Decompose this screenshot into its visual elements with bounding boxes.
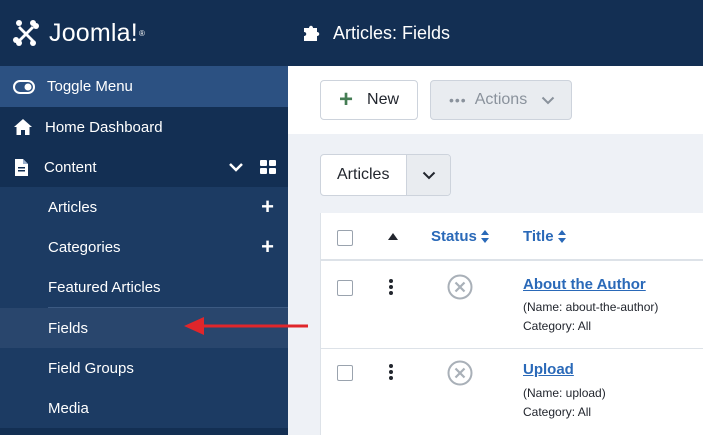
sidebar: Joomla! ® Toggle Menu Home Dashboard Con… bbox=[0, 0, 288, 435]
home-dashboard-label: Home Dashboard bbox=[45, 118, 163, 136]
ordering-sort-icon[interactable] bbox=[388, 233, 398, 240]
file-icon bbox=[15, 158, 28, 176]
unpublished-status-icon[interactable] bbox=[447, 360, 473, 386]
toggle-menu-button[interactable]: Toggle Menu bbox=[0, 66, 288, 107]
column-header-status[interactable]: Status bbox=[431, 228, 489, 245]
puzzle-icon bbox=[304, 25, 320, 41]
ellipsis-icon: ••• bbox=[449, 92, 467, 108]
home-icon bbox=[14, 119, 32, 135]
field-title-link[interactable]: About the Author bbox=[523, 276, 646, 293]
sidebar-item-label: Fields bbox=[48, 319, 89, 337]
column-header-label: Status bbox=[431, 228, 477, 245]
field-category: Category: All bbox=[523, 319, 592, 333]
content-controls bbox=[228, 160, 288, 174]
add-article-button[interactable]: + bbox=[261, 196, 274, 218]
table-row: Upload (Name: upload) Category: All bbox=[321, 349, 703, 435]
context-select-value: Articles bbox=[337, 166, 390, 183]
sidebar-item-home-dashboard[interactable]: Home Dashboard bbox=[0, 107, 288, 147]
page-header: Articles: Fields bbox=[288, 0, 703, 66]
actions-button-label: Actions bbox=[474, 91, 528, 108]
fields-table: Status Title About the Author (Name: abo… bbox=[320, 213, 703, 435]
registered-mark: ® bbox=[138, 28, 145, 38]
toolbar: + New ••• Actions bbox=[288, 66, 703, 134]
field-category: Category: All bbox=[523, 405, 592, 419]
drag-handle-icon[interactable] bbox=[389, 279, 393, 295]
sort-icon bbox=[557, 230, 566, 243]
sidebar-item-label: Categories bbox=[48, 238, 121, 256]
unpublished-status-icon[interactable] bbox=[447, 274, 473, 300]
grid-icon[interactable] bbox=[260, 160, 276, 174]
sidebar-item-featured-articles[interactable]: Featured Articles bbox=[0, 267, 288, 307]
drag-handle-icon[interactable] bbox=[389, 364, 393, 380]
plus-icon: + bbox=[339, 86, 354, 113]
sidebar-item-categories[interactable]: Categories + bbox=[0, 227, 288, 267]
add-category-button[interactable]: + bbox=[261, 236, 274, 258]
sidebar-item-label: Media bbox=[48, 399, 89, 417]
page-title: Articles: Fields bbox=[333, 22, 451, 43]
chevron-down-icon bbox=[422, 171, 435, 179]
sidebar-item-label: Featured Articles bbox=[48, 278, 161, 296]
new-button-label: New bbox=[367, 91, 400, 108]
joomla-logo-icon bbox=[13, 20, 39, 46]
context-select[interactable]: Articles bbox=[320, 154, 451, 196]
table-row: About the Author (Name: about-the-author… bbox=[321, 261, 703, 349]
sort-icon bbox=[480, 230, 489, 243]
sidebar-item-content[interactable]: Content bbox=[0, 147, 288, 187]
row-checkbox[interactable] bbox=[337, 280, 353, 296]
toggle-menu-label: Toggle Menu bbox=[47, 78, 133, 95]
sidebar-item-articles[interactable]: Articles + bbox=[0, 187, 288, 227]
field-name: (Name: upload) bbox=[523, 386, 606, 400]
field-name: (Name: about-the-author) bbox=[523, 300, 659, 314]
sidebar-item-media[interactable]: Media bbox=[0, 388, 288, 428]
content-submenu: Articles + Categories + Featured Article… bbox=[0, 187, 288, 428]
toggle-icon bbox=[13, 79, 35, 94]
sidebar-item-label: Field Groups bbox=[48, 359, 134, 377]
chevron-down-icon[interactable] bbox=[228, 162, 244, 172]
select-toggle[interactable] bbox=[406, 155, 450, 195]
annotation-arrow bbox=[184, 317, 308, 335]
chevron-down-icon bbox=[541, 96, 555, 104]
content-label: Content bbox=[44, 158, 97, 176]
select-all-checkbox[interactable] bbox=[337, 230, 353, 246]
column-header-label: Title bbox=[523, 228, 554, 245]
sidebar-item-label: Articles bbox=[48, 198, 98, 216]
new-button[interactable]: + New bbox=[320, 80, 418, 120]
field-title-link[interactable]: Upload bbox=[523, 361, 574, 378]
column-header-title[interactable]: Title bbox=[523, 228, 566, 245]
sidebar-item-field-groups[interactable]: Field Groups bbox=[0, 348, 288, 388]
table-header: Status Title bbox=[321, 213, 703, 261]
brand-name: Joomla! bbox=[49, 18, 138, 47]
actions-button[interactable]: ••• Actions bbox=[430, 80, 572, 120]
row-checkbox[interactable] bbox=[337, 365, 353, 381]
brand[interactable]: Joomla! ® bbox=[0, 0, 288, 66]
